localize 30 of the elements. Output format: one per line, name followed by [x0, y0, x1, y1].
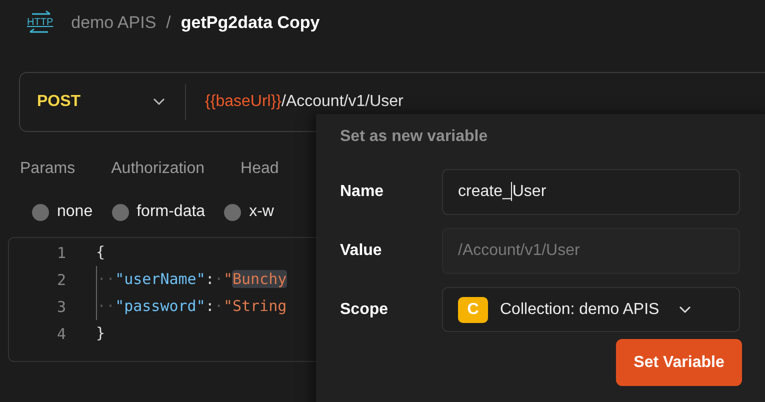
chevron-down-icon	[679, 306, 692, 314]
line-number: 4	[56, 324, 67, 342]
breadcrumb-separator: /	[166, 13, 171, 33]
collection-badge: C	[458, 296, 488, 322]
code-line: ··"userName":·"Bunchy	[96, 266, 287, 293]
field-label: Value	[340, 242, 383, 260]
body-type-radio[interactable]: form-data	[112, 203, 206, 221]
url-input[interactable]: {{baseUrl}}/Account/v1/User	[205, 93, 404, 111]
code-line: }	[96, 323, 106, 344]
method-dropdown[interactable]: POST	[20, 93, 185, 111]
code-line: ··"password":·"String	[96, 293, 287, 320]
collection-link[interactable]: demo APIS	[71, 13, 156, 33]
line-number: 2	[56, 270, 67, 288]
scope-dropdown[interactable]: C Collection: demo APIS	[442, 287, 740, 332]
body-type-radio[interactable]: none	[32, 203, 93, 221]
line-number: 1	[56, 244, 67, 262]
set-variable-button[interactable]: Set Variable	[616, 339, 742, 386]
code-line: {	[96, 242, 106, 263]
field-label: Scope	[340, 300, 390, 318]
body-type-radio[interactable]: x-w	[224, 203, 274, 221]
chevron-down-icon	[153, 98, 165, 106]
line-number: 3	[56, 298, 67, 316]
field-label: Name	[340, 182, 385, 200]
request-tab[interactable]: Head	[240, 154, 279, 184]
request-tab[interactable]: Params	[20, 154, 76, 184]
value-input[interactable]: /Account/v1/User	[442, 228, 740, 274]
request-tab[interactable]: Authorization	[111, 154, 205, 184]
request-title: getPg2data Copy	[180, 13, 320, 33]
popup-title: Set as new variable	[339, 127, 489, 147]
name-input[interactable]: create_User	[442, 168, 740, 214]
